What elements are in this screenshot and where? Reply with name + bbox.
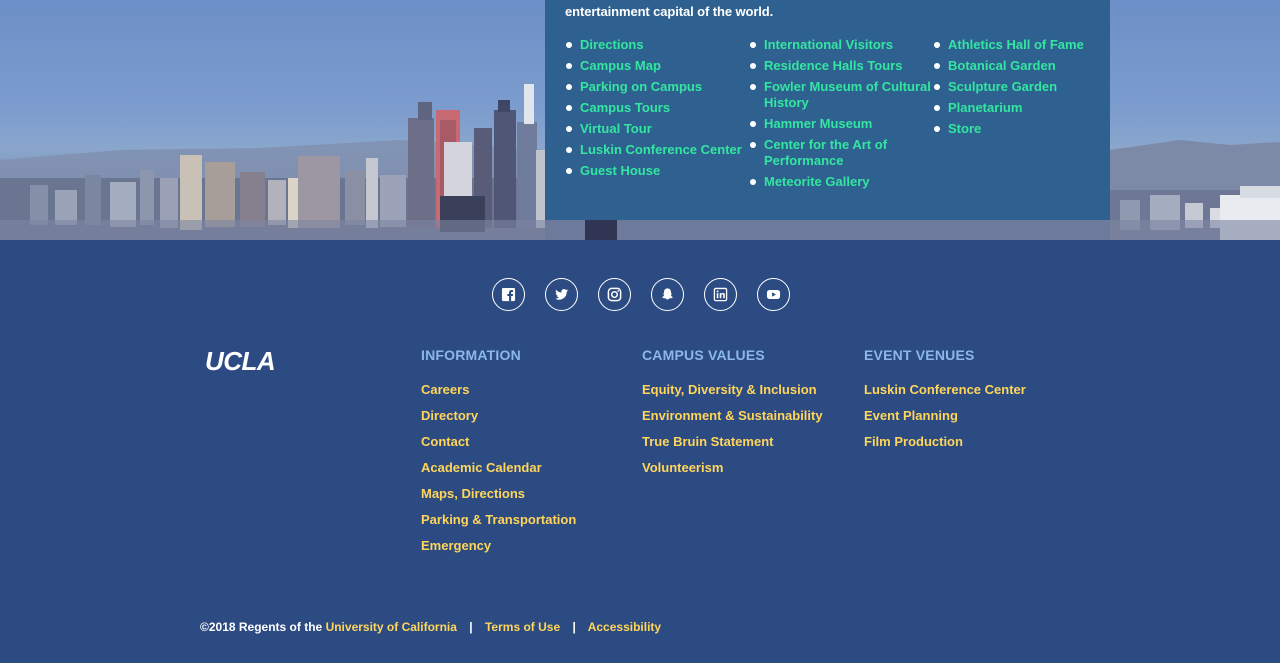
list-item: Planetarium — [933, 100, 1117, 116]
list-item: Contact — [421, 434, 576, 450]
snapchat-icon[interactable] — [650, 278, 684, 311]
list-item: Equity, Diversity & Inclusion — [642, 382, 823, 398]
event-venues-column: EVENT VENUES Luskin Conference Center Ev… — [864, 347, 1026, 460]
link-directory[interactable]: Directory — [421, 408, 478, 423]
list-item: Fowler Museum of Cultural History — [749, 79, 933, 111]
list-item: Luskin Conference Center — [864, 382, 1026, 398]
list-item: Maps, Directions — [421, 486, 576, 502]
visitor-links-column-3: Athletics Hall of Fame Botanical Garden … — [933, 37, 1117, 195]
link-emergency[interactable]: Emergency — [421, 538, 491, 553]
list-item: Hammer Museum — [749, 116, 933, 132]
link-event-planning[interactable]: Event Planning — [864, 408, 958, 423]
link-athletics-hall-of-fame[interactable]: Athletics Hall of Fame — [948, 37, 1084, 52]
list-item: Store — [933, 121, 1117, 137]
link-academic-calendar[interactable]: Academic Calendar — [421, 460, 542, 475]
link-equity-diversity-inclusion[interactable]: Equity, Diversity & Inclusion — [642, 382, 817, 397]
link-accessibility[interactable]: Accessibility — [588, 620, 661, 634]
link-residence-halls-tours[interactable]: Residence Halls Tours — [764, 58, 902, 73]
list-item: Academic Calendar — [421, 460, 576, 476]
list-item: Film Production — [864, 434, 1026, 450]
link-directions[interactable]: Directions — [580, 37, 644, 52]
list-item: Sculpture Garden — [933, 79, 1117, 95]
list-item: Luskin Conference Center — [565, 142, 749, 158]
link-fowler-museum[interactable]: Fowler Museum of Cultural History — [764, 79, 931, 110]
social-links — [0, 278, 1280, 311]
link-center-for-art-of-performance[interactable]: Center for the Art of Performance — [764, 137, 887, 168]
copyright-text: ©2018 Regents of the — [200, 620, 323, 634]
link-volunteerism[interactable]: Volunteerism — [642, 460, 723, 475]
list-item: Guest House — [565, 163, 749, 179]
hero-skyline: entertainment capital of the world. Dire… — [0, 0, 1280, 240]
link-true-bruin-statement[interactable]: True Bruin Statement — [642, 434, 773, 449]
list-item: Parking on Campus — [565, 79, 749, 95]
link-hammer-museum[interactable]: Hammer Museum — [764, 116, 872, 131]
link-parking-transportation[interactable]: Parking & Transportation — [421, 512, 576, 527]
visitor-links-column-2: International Visitors Residence Halls T… — [749, 37, 933, 195]
link-international-visitors[interactable]: International Visitors — [764, 37, 893, 52]
list-item: Volunteerism — [642, 460, 823, 476]
info-intro-text: entertainment capital of the world. — [565, 4, 774, 19]
list-item: Athletics Hall of Fame — [933, 37, 1117, 53]
list-item: Directory — [421, 408, 576, 424]
legal-bar: ©2018 Regents of the University of Calif… — [200, 620, 661, 634]
link-parking-on-campus[interactable]: Parking on Campus — [580, 79, 702, 94]
facebook-icon[interactable] — [491, 278, 525, 311]
link-careers[interactable]: Careers — [421, 382, 469, 397]
list-item: Environment & Sustainability — [642, 408, 823, 424]
link-campus-map[interactable]: Campus Map — [580, 58, 661, 73]
list-item: Event Planning — [864, 408, 1026, 424]
linkedin-icon[interactable] — [703, 278, 737, 311]
link-environment-sustainability[interactable]: Environment & Sustainability — [642, 408, 823, 423]
list-item: Campus Tours — [565, 100, 749, 116]
link-store[interactable]: Store — [948, 121, 981, 136]
link-film-production[interactable]: Film Production — [864, 434, 963, 449]
list-item: Campus Map — [565, 58, 749, 74]
event-venues-heading: EVENT VENUES — [864, 347, 975, 363]
link-terms-of-use[interactable]: Terms of Use — [485, 620, 560, 634]
separator: | — [572, 620, 576, 634]
event-venues-links: Luskin Conference Center Event Planning … — [864, 382, 1026, 450]
link-contact[interactable]: Contact — [421, 434, 469, 449]
information-column: INFORMATION Careers Directory Contact Ac… — [421, 347, 576, 564]
link-planetarium[interactable]: Planetarium — [948, 100, 1022, 115]
visitor-links: Directions Campus Map Parking on Campus … — [565, 37, 1117, 195]
link-university-of-california[interactable]: University of California — [326, 620, 457, 634]
link-maps-directions[interactable]: Maps, Directions — [421, 486, 525, 501]
link-luskin-conference-center[interactable]: Luskin Conference Center — [580, 142, 742, 157]
list-item: Meteorite Gallery — [749, 174, 933, 190]
link-virtual-tour[interactable]: Virtual Tour — [580, 121, 652, 136]
separator: | — [469, 620, 473, 634]
link-campus-tours[interactable]: Campus Tours — [580, 100, 670, 115]
information-links: Careers Directory Contact Academic Calen… — [421, 382, 576, 554]
list-item: International Visitors — [749, 37, 933, 53]
youtube-icon[interactable] — [756, 278, 790, 311]
list-item: Center for the Art of Performance — [749, 137, 933, 169]
twitter-icon[interactable] — [544, 278, 578, 311]
campus-values-column: CAMPUS VALUES Equity, Diversity & Inclus… — [642, 347, 823, 486]
visitor-info-panel: entertainment capital of the world. Dire… — [545, 0, 1110, 220]
campus-values-links: Equity, Diversity & Inclusion Environmen… — [642, 382, 823, 476]
visitor-links-column-1: Directions Campus Map Parking on Campus … — [565, 37, 749, 195]
list-item: Careers — [421, 382, 576, 398]
link-botanical-garden[interactable]: Botanical Garden — [948, 58, 1056, 73]
link-luskin-conference-center-footer[interactable]: Luskin Conference Center — [864, 382, 1026, 397]
list-item: Parking & Transportation — [421, 512, 576, 528]
list-item: Botanical Garden — [933, 58, 1117, 74]
instagram-icon[interactable] — [597, 278, 631, 311]
link-sculpture-garden[interactable]: Sculpture Garden — [948, 79, 1057, 94]
ucla-logo[interactable]: UCLA — [205, 346, 276, 377]
link-guest-house[interactable]: Guest House — [580, 163, 660, 178]
link-meteorite-gallery[interactable]: Meteorite Gallery — [764, 174, 870, 189]
list-item: True Bruin Statement — [642, 434, 823, 450]
information-heading: INFORMATION — [421, 347, 521, 363]
list-item: Virtual Tour — [565, 121, 749, 137]
list-item: Emergency — [421, 538, 576, 554]
list-item: Directions — [565, 37, 749, 53]
campus-values-heading: CAMPUS VALUES — [642, 347, 765, 363]
list-item: Residence Halls Tours — [749, 58, 933, 74]
